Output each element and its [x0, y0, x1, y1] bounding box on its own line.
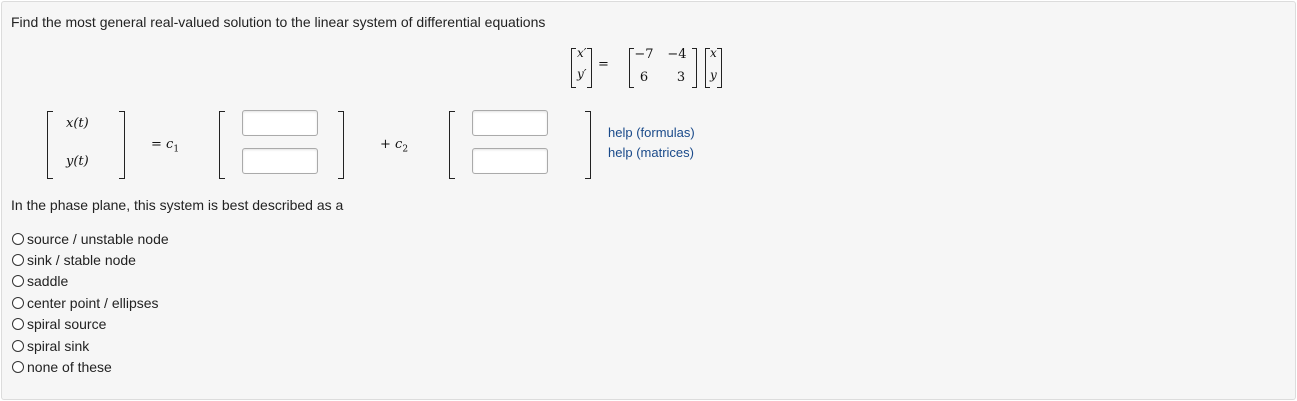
- vector2-left-bracket: [449, 111, 455, 179]
- option-label: saddle: [27, 273, 69, 289]
- option-none-of-these[interactable]: none of these: [12, 358, 112, 376]
- radio-button[interactable]: [12, 233, 24, 245]
- vector2-right-bracket: [585, 111, 591, 179]
- option-label: none of these: [27, 359, 112, 375]
- matrix-a21: 6: [639, 70, 649, 85]
- xy-left-bracket: [47, 111, 53, 179]
- vector2-bottom-input[interactable]: [472, 148, 548, 174]
- option-saddle[interactable]: saddle: [12, 272, 68, 290]
- vector1-top-input[interactable]: [242, 110, 318, 136]
- lhs-y-prime: y′: [577, 67, 587, 81]
- lhs-left-bracket: [571, 48, 576, 88]
- matrix-a12: −4: [667, 47, 687, 62]
- help-matrices-link[interactable]: help (matrices): [608, 145, 694, 160]
- y-of-t: y(t): [66, 154, 89, 169]
- problem-panel: Find the most general real-valued soluti…: [1, 1, 1296, 400]
- rhs-right-bracket: [717, 48, 722, 88]
- xy-right-bracket: [119, 111, 125, 179]
- system-equals: =: [598, 57, 609, 72]
- option-center-point-ellipses[interactable]: center point / ellipses: [12, 294, 159, 312]
- vector1-left-bracket: [219, 111, 225, 179]
- rhs-y: y: [710, 68, 717, 82]
- option-label: spiral sink: [27, 338, 90, 354]
- radio-button[interactable]: [12, 318, 24, 330]
- problem-prompt: Find the most general real-valued soluti…: [11, 14, 546, 30]
- option-spiral-source[interactable]: spiral source: [12, 315, 106, 333]
- phase-plane-prompt: In the phase plane, this system is best …: [11, 197, 344, 213]
- matrix-right-bracket: [692, 48, 697, 88]
- radio-button[interactable]: [12, 254, 24, 266]
- option-label: spiral source: [27, 316, 107, 332]
- x-of-t: x(t): [66, 116, 89, 131]
- radio-button[interactable]: [12, 297, 24, 309]
- option-label: center point / ellipses: [27, 295, 159, 311]
- radio-button[interactable]: [12, 361, 24, 373]
- option-spiral-sink[interactable]: spiral sink: [12, 337, 89, 355]
- rhs-x: x: [710, 46, 717, 60]
- plus-c2: + c2: [380, 137, 409, 155]
- option-sink-stable-node[interactable]: sink / stable node: [12, 251, 136, 269]
- vector1-bottom-input[interactable]: [242, 148, 318, 174]
- matrix-a11: −7: [634, 47, 654, 62]
- equals-c1: = c1: [151, 137, 180, 155]
- help-formulas-link[interactable]: help (formulas): [608, 125, 695, 140]
- vector2-top-input[interactable]: [472, 110, 548, 136]
- matrix-a22: 3: [676, 70, 686, 85]
- radio-button[interactable]: [12, 275, 24, 287]
- radio-button[interactable]: [12, 340, 24, 352]
- lhs-x-prime: x′: [577, 46, 587, 60]
- lhs-right-bracket: [587, 48, 592, 88]
- vector1-right-bracket: [338, 111, 344, 179]
- option-label: sink / stable node: [27, 252, 136, 268]
- option-source-unstable-node[interactable]: source / unstable node: [12, 230, 169, 248]
- option-label: source / unstable node: [27, 231, 169, 247]
